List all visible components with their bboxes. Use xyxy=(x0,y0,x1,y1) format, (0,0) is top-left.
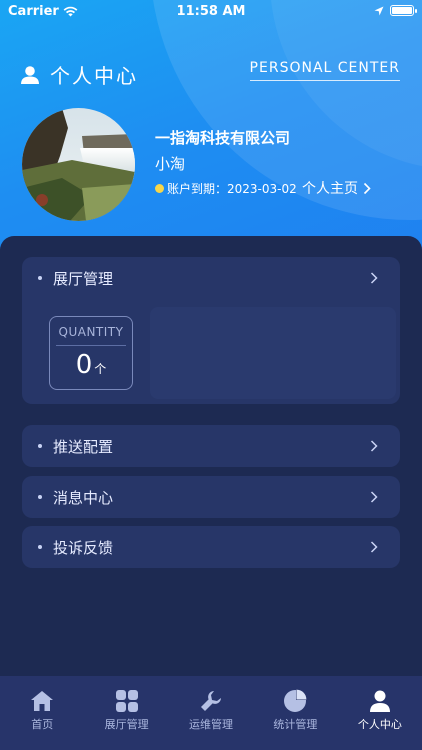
chevron-right-icon xyxy=(370,440,378,452)
tab-personal-center[interactable]: 个人中心 xyxy=(338,676,422,750)
menu-item-exhibition[interactable]: 展厅管理 xyxy=(22,257,400,299)
account-expiry-text: 账户到期：2023-03-02 xyxy=(167,182,297,196)
quantity-unit: 个 xyxy=(94,362,107,376)
coin-icon xyxy=(155,184,164,193)
tab-exhibition[interactable]: 展厅管理 xyxy=(84,676,168,750)
menu-panel: 展厅管理 QUANTITY 0个 推送配置 消息中心 投诉反馈 xyxy=(0,236,422,676)
exhibition-card: 展厅管理 QUANTITY 0个 xyxy=(22,257,400,404)
tab-label: 首页 xyxy=(31,718,54,731)
clock: 11:58 AM xyxy=(176,4,246,19)
menu-item-label: 推送配置 xyxy=(53,437,114,456)
quantity-box: QUANTITY 0个 xyxy=(49,316,133,390)
bullet-icon xyxy=(38,545,42,549)
chevron-right-icon xyxy=(363,182,371,194)
menu-item-feedback[interactable]: 投诉反馈 xyxy=(22,526,400,568)
bullet-icon xyxy=(38,495,42,499)
tab-label: 运维管理 xyxy=(189,718,234,731)
tab-label: 个人中心 xyxy=(357,718,402,731)
pie-chart-icon xyxy=(284,689,308,712)
tab-bar: 首页 展厅管理 运维管理 统计管理 个人中心 xyxy=(0,676,422,750)
menu-item-messages[interactable]: 消息中心 xyxy=(22,476,400,518)
account-expiry: 账户到期：2023-03-02 xyxy=(155,180,297,197)
status-bar: Carrier 11:58 AM xyxy=(0,0,422,24)
chevron-right-icon xyxy=(370,541,378,553)
page-title-text: 个人中心 xyxy=(50,64,138,88)
avatar-image xyxy=(22,108,135,221)
page-title: 个人中心 xyxy=(20,60,138,89)
quantity-label: QUANTITY xyxy=(56,317,126,346)
battery-icon xyxy=(390,5,417,16)
location-arrow-icon xyxy=(374,6,384,15)
tab-label: 统计管理 xyxy=(273,718,318,731)
quantity-value: 0 xyxy=(75,350,93,380)
wrench-icon xyxy=(201,691,222,711)
company-name: 一指淘科技有限公司 xyxy=(155,129,291,147)
exhibition-preview-area xyxy=(150,307,396,399)
tab-label: 展厅管理 xyxy=(104,718,149,731)
user-nickname: 小淘 xyxy=(155,155,186,173)
bullet-icon xyxy=(38,444,42,448)
menu-item-label: 投诉反馈 xyxy=(53,538,114,557)
tab-operations[interactable]: 运维管理 xyxy=(169,676,253,750)
chevron-right-icon xyxy=(370,272,378,284)
personal-homepage-link[interactable]: 个人主页 xyxy=(302,178,371,198)
menu-item-push[interactable]: 推送配置 xyxy=(22,425,400,467)
quantity-value-row: 0个 xyxy=(50,346,132,380)
tab-home[interactable]: 首页 xyxy=(0,676,84,750)
personal-homepage-label: 个人主页 xyxy=(302,181,358,197)
avatar[interactable] xyxy=(22,108,135,221)
home-icon xyxy=(31,691,54,711)
chevron-right-icon xyxy=(370,491,378,503)
menu-item-label: 消息中心 xyxy=(53,488,114,507)
page-subtitle-en: PERSONAL CENTER xyxy=(249,60,400,81)
tab-statistics[interactable]: 统计管理 xyxy=(253,676,337,750)
bullet-icon xyxy=(38,276,42,280)
menu-item-label: 展厅管理 xyxy=(53,269,114,288)
grid-icon xyxy=(115,690,138,712)
person-icon xyxy=(21,65,39,84)
status-icons xyxy=(374,5,417,16)
person-icon xyxy=(369,690,390,712)
